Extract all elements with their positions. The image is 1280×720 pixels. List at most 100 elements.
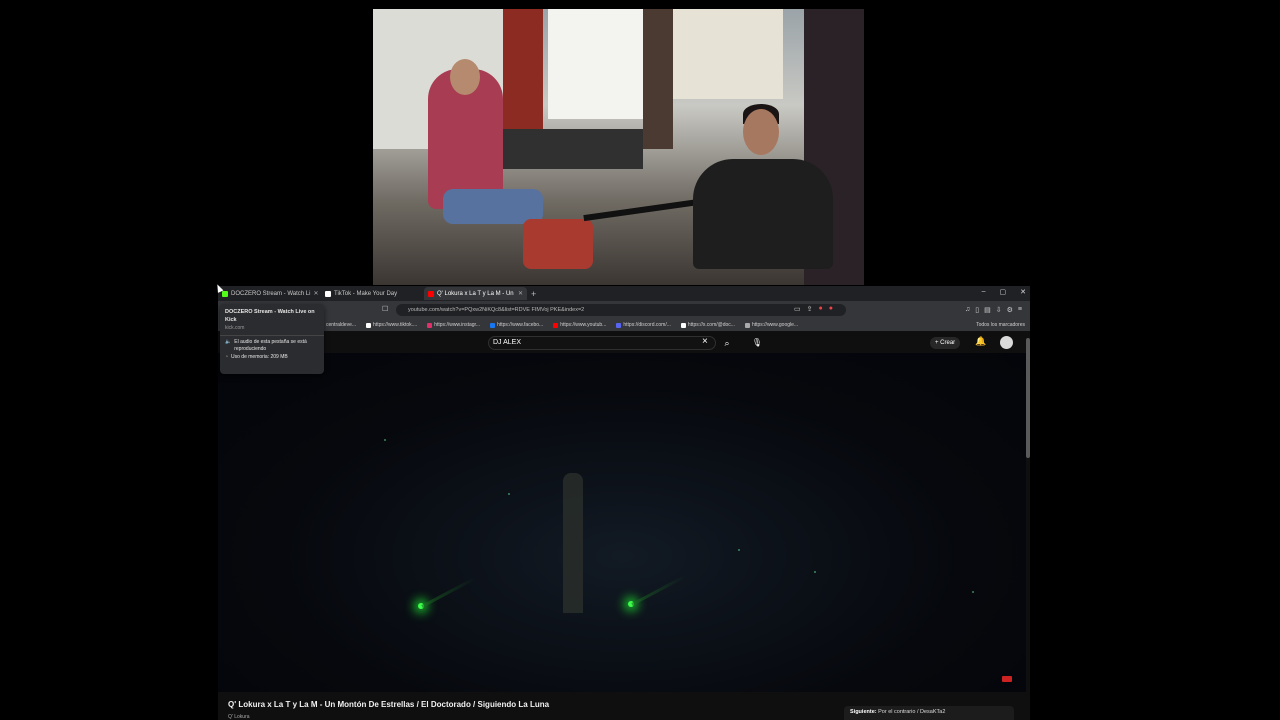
youtube-icon: [428, 290, 434, 297]
up-next-title: Por el contrario / DesaKTa2: [878, 709, 946, 715]
bookmark-label: https://www.tiktok....: [373, 322, 418, 328]
video-player[interactable]: [218, 353, 1026, 692]
create-label: Crear: [940, 340, 956, 346]
sidebar-icon[interactable]: ▤: [984, 306, 991, 314]
bookmark-label: https://www.facebo...: [497, 322, 544, 328]
youtube-icon: [553, 322, 559, 328]
webcam-person-left: [428, 59, 503, 209]
bookmark-item[interactable]: https://www.tiktok....: [366, 322, 417, 328]
memory-icon: ◔: [225, 354, 229, 360]
tab-label: TikTok - Make Your Day: [334, 290, 398, 297]
reading-list-icon[interactable]: ▯: [975, 306, 979, 314]
bookmark-item[interactable]: https://www.instagr...: [427, 322, 480, 328]
bookmark-label: https://www.google...: [751, 322, 799, 328]
minimize-icon[interactable]: –: [982, 288, 986, 296]
tab-close-icon[interactable]: ✕: [518, 290, 523, 297]
search-input[interactable]: DJ ALEX: [488, 336, 716, 350]
light-speck: [738, 549, 740, 551]
create-button[interactable]: + Crear: [930, 337, 961, 349]
bookmark-item[interactable]: centraldeve...: [326, 322, 356, 328]
audio-status-text: El audio de esta pestaña se está reprodu…: [234, 339, 307, 352]
light-speck: [814, 571, 816, 573]
bookmark-item[interactable]: https://www.facebo...: [490, 322, 543, 328]
webcam-window: [548, 9, 643, 119]
window-controls: – ▢ ✕: [982, 288, 1026, 296]
webcam-red-object: [523, 219, 593, 269]
close-window-icon[interactable]: ✕: [1020, 288, 1026, 296]
page-scrollbar[interactable]: [1026, 338, 1030, 458]
bookmark-label: centraldeve...: [326, 322, 357, 328]
extension-icon[interactable]: ●: [829, 305, 833, 313]
tab-tiktok[interactable]: TikTok - Make Your Day: [321, 287, 424, 300]
search-icon[interactable]: ⌕: [716, 336, 738, 350]
media-icon[interactable]: ♫: [965, 306, 970, 314]
address-actions: ▭ ⇪ ● ●: [794, 305, 833, 313]
address-bar: ☐ youtube.com/watch?v=PQxw2NiKQc8&list=R…: [218, 301, 1030, 319]
youtube-header: DJ ALEX × ⌕ 🎙 + Crear 🔔: [218, 331, 1030, 353]
notifications-bell-icon[interactable]: 🔔: [975, 336, 986, 347]
browser-window: DOCZERO Stream - Watch Li ✕ TikTok - Mak…: [218, 286, 1030, 720]
hover-card-audio: 🔈 El audio de esta pestaña se está repro…: [225, 339, 319, 352]
hover-card-memory: ◔ Uso de memoria: 209 MB: [225, 354, 319, 361]
up-next-label: Siguiente:: [850, 709, 877, 715]
light-speck: [508, 493, 510, 495]
url-field[interactable]: youtube.com/watch?v=PQxw2NiKQc8&list=RDV…: [396, 304, 846, 316]
webcam-board: [673, 9, 783, 99]
new-tab-icon[interactable]: +: [531, 289, 536, 299]
bookmark-label: https://www.instagr...: [434, 322, 481, 328]
webcam-person-right: [693, 104, 833, 269]
facebook-icon: [490, 322, 496, 328]
bookmark-item[interactable]: https://x.com/@doc...: [680, 322, 735, 328]
light-beam: [631, 575, 686, 606]
bookmark-label: https://www.youtub...: [560, 322, 607, 328]
tab-kick[interactable]: DOCZERO Stream - Watch Li ✕: [218, 287, 321, 300]
bookmark-item[interactable]: https://www.youtub...: [553, 322, 606, 328]
tiktok-icon: [366, 322, 372, 328]
maximize-icon[interactable]: ▢: [1000, 288, 1007, 296]
bookmarks-bar: centraldeve... https://www.tiktok.... ht…: [218, 319, 1030, 331]
cast-icon[interactable]: ▭: [794, 305, 801, 313]
bookmark-item[interactable]: https://discord.com/...: [616, 322, 671, 328]
instagram-icon: [427, 322, 433, 328]
tab-label: DOCZERO Stream - Watch Li: [231, 290, 311, 297]
extension-icon[interactable]: ●: [819, 305, 823, 313]
tiktok-icon: [325, 290, 331, 297]
up-next-bar[interactable]: Siguiente: Por el contrario / DesaKTa2: [844, 706, 1014, 720]
stage-performer: [563, 473, 583, 613]
discord-icon: [616, 322, 622, 328]
settings-icon[interactable]: ⚙: [1007, 306, 1013, 314]
light-beam: [421, 577, 476, 608]
bookmark-item[interactable]: https://www.google...: [744, 322, 799, 328]
share-icon[interactable]: ⇪: [807, 305, 813, 313]
bookmark-label: https://discord.com/...: [623, 322, 671, 328]
speaker-icon: 🔈: [225, 339, 232, 345]
channel-name[interactable]: Q' Lokura: [228, 714, 250, 720]
downloads-icon[interactable]: ⇩: [996, 306, 1002, 314]
webcam-door: [503, 9, 543, 139]
tab-strip: DOCZERO Stream - Watch Li ✕ TikTok - Mak…: [218, 286, 1030, 301]
webcam-desk: [503, 129, 643, 169]
x-icon: [680, 322, 686, 328]
bookmark-label: https://x.com/@doc...: [687, 322, 735, 328]
tab-youtube[interactable]: Q' Lokura x La T y La M - Un ✕: [424, 287, 527, 300]
microphone-icon[interactable]: 🎙: [750, 336, 764, 350]
globe-icon: [744, 322, 750, 328]
youtube-logo-icon: [1002, 676, 1012, 682]
toolbar-icons: ♫ ▯ ▤ ⇩ ⚙ ≡: [965, 306, 1022, 314]
all-bookmarks-folder[interactable]: Todos los marcadores: [976, 322, 1025, 328]
tab-label: Q' Lokura x La T y La M - Un: [437, 290, 514, 297]
bookmark-star-icon[interactable]: ☐: [382, 305, 388, 313]
memory-text: Uso de memoria: 209 MB: [231, 354, 288, 360]
avatar[interactable]: [1000, 336, 1013, 349]
hover-card-title: DOCZERO Stream - Watch Live on Kick: [225, 309, 315, 323]
kick-icon: [222, 290, 228, 297]
tab-hover-card: DOCZERO Stream - Watch Live on Kick kick…: [220, 304, 324, 374]
video-title: Q' Lokura x La T y La M - Un Montón De E…: [228, 700, 550, 709]
webcam-overlay: [373, 9, 864, 285]
clear-search-icon[interactable]: ×: [702, 336, 708, 348]
menu-icon[interactable]: ≡: [1018, 306, 1022, 314]
light-speck: [384, 439, 386, 441]
hover-card-site: kick.com: [225, 325, 245, 331]
light-speck: [972, 591, 974, 593]
tab-close-icon[interactable]: ✕: [313, 290, 318, 297]
